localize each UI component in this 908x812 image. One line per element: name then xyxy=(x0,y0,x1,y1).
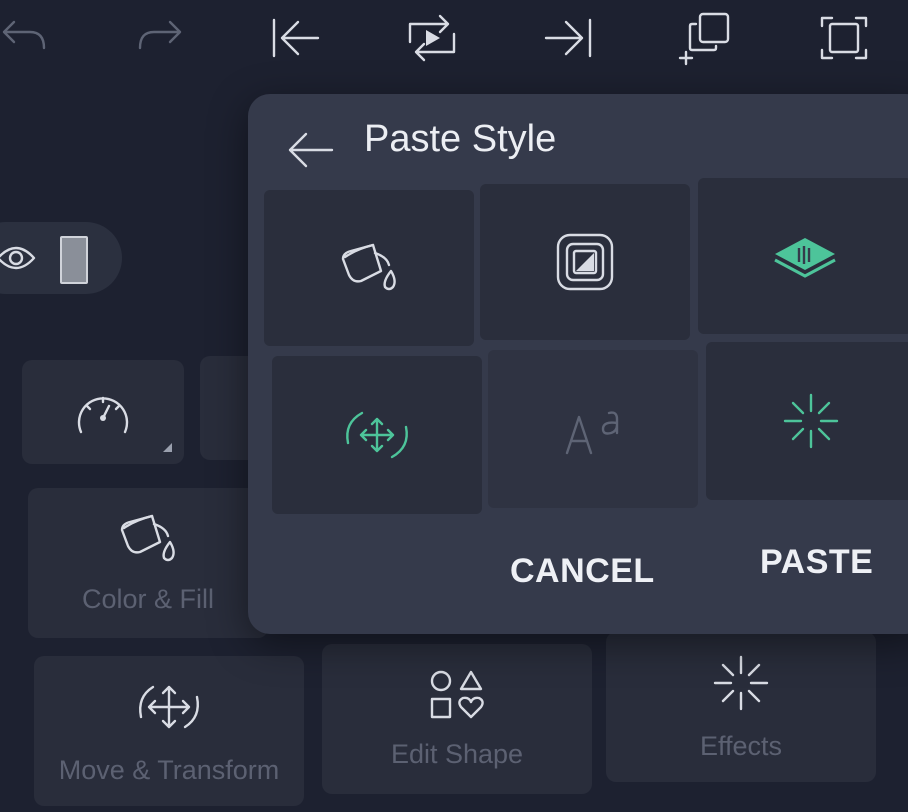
back-button[interactable] xyxy=(282,124,338,176)
visibility-eye-icon[interactable] xyxy=(0,244,36,272)
color-fill-label: Color & Fill xyxy=(81,583,215,614)
move-transform-tool-tile[interactable]: Move & Transform xyxy=(34,656,304,806)
effects-label: Effects xyxy=(699,730,783,761)
fit-screen-icon xyxy=(820,16,868,60)
edit-shape-tool-tile[interactable]: Edit Shape xyxy=(322,644,592,794)
layer-row[interactable] xyxy=(0,222,122,294)
edit-shape-label: Edit Shape xyxy=(390,738,524,769)
skip-to-start-icon xyxy=(272,18,320,58)
duplicate-icon xyxy=(678,12,730,66)
undo-button[interactable] xyxy=(0,8,54,68)
fit-screen-button[interactable] xyxy=(814,8,874,68)
skip-to-end-icon xyxy=(544,18,592,58)
effects-sparkle-icon xyxy=(713,655,769,710)
effects-tool-tile[interactable]: Effects xyxy=(606,632,876,782)
back-arrow-icon xyxy=(288,132,334,168)
speed-tool-tile[interactable] xyxy=(22,360,184,464)
paste-option-border[interactable] xyxy=(480,184,690,340)
skip-to-start-button[interactable] xyxy=(264,8,324,68)
preview-loop-button[interactable] xyxy=(402,8,462,68)
border-frame-icon xyxy=(556,233,614,291)
move-transform-icon xyxy=(346,411,408,459)
preview-loop-icon xyxy=(408,14,456,62)
color-fill-tool-tile[interactable]: Color & Fill xyxy=(28,488,268,638)
paste-option-fill[interactable] xyxy=(264,190,474,346)
paint-bucket-icon xyxy=(341,243,396,291)
top-toolbar xyxy=(0,0,908,80)
layer-blend-icon xyxy=(774,238,836,278)
paste-option-transform[interactable] xyxy=(272,356,482,514)
skip-to-end-button[interactable] xyxy=(540,8,600,68)
dialog-title: Paste Style xyxy=(364,118,557,160)
shapes-icon xyxy=(430,670,484,718)
text-style-icon xyxy=(565,411,619,455)
cancel-button[interactable]: CANCEL xyxy=(510,552,655,591)
undo-icon xyxy=(2,20,46,50)
paste-button[interactable]: PASTE xyxy=(760,543,873,582)
effects-sparkle-icon xyxy=(783,393,839,449)
move-transform-label: Move & Transform xyxy=(58,754,280,785)
paste-option-effects[interactable] xyxy=(706,342,908,500)
layer-thumbnail[interactable] xyxy=(60,236,88,284)
move-transform-icon xyxy=(139,685,199,728)
redo-icon xyxy=(138,20,182,50)
submenu-indicator xyxy=(163,443,172,452)
duplicate-button[interactable] xyxy=(676,8,736,68)
redo-button[interactable] xyxy=(130,8,190,68)
paint-bucket-icon xyxy=(120,514,175,561)
speedometer-icon xyxy=(77,396,129,434)
paste-option-text xyxy=(488,350,698,508)
paste-option-blend[interactable] xyxy=(698,178,908,334)
